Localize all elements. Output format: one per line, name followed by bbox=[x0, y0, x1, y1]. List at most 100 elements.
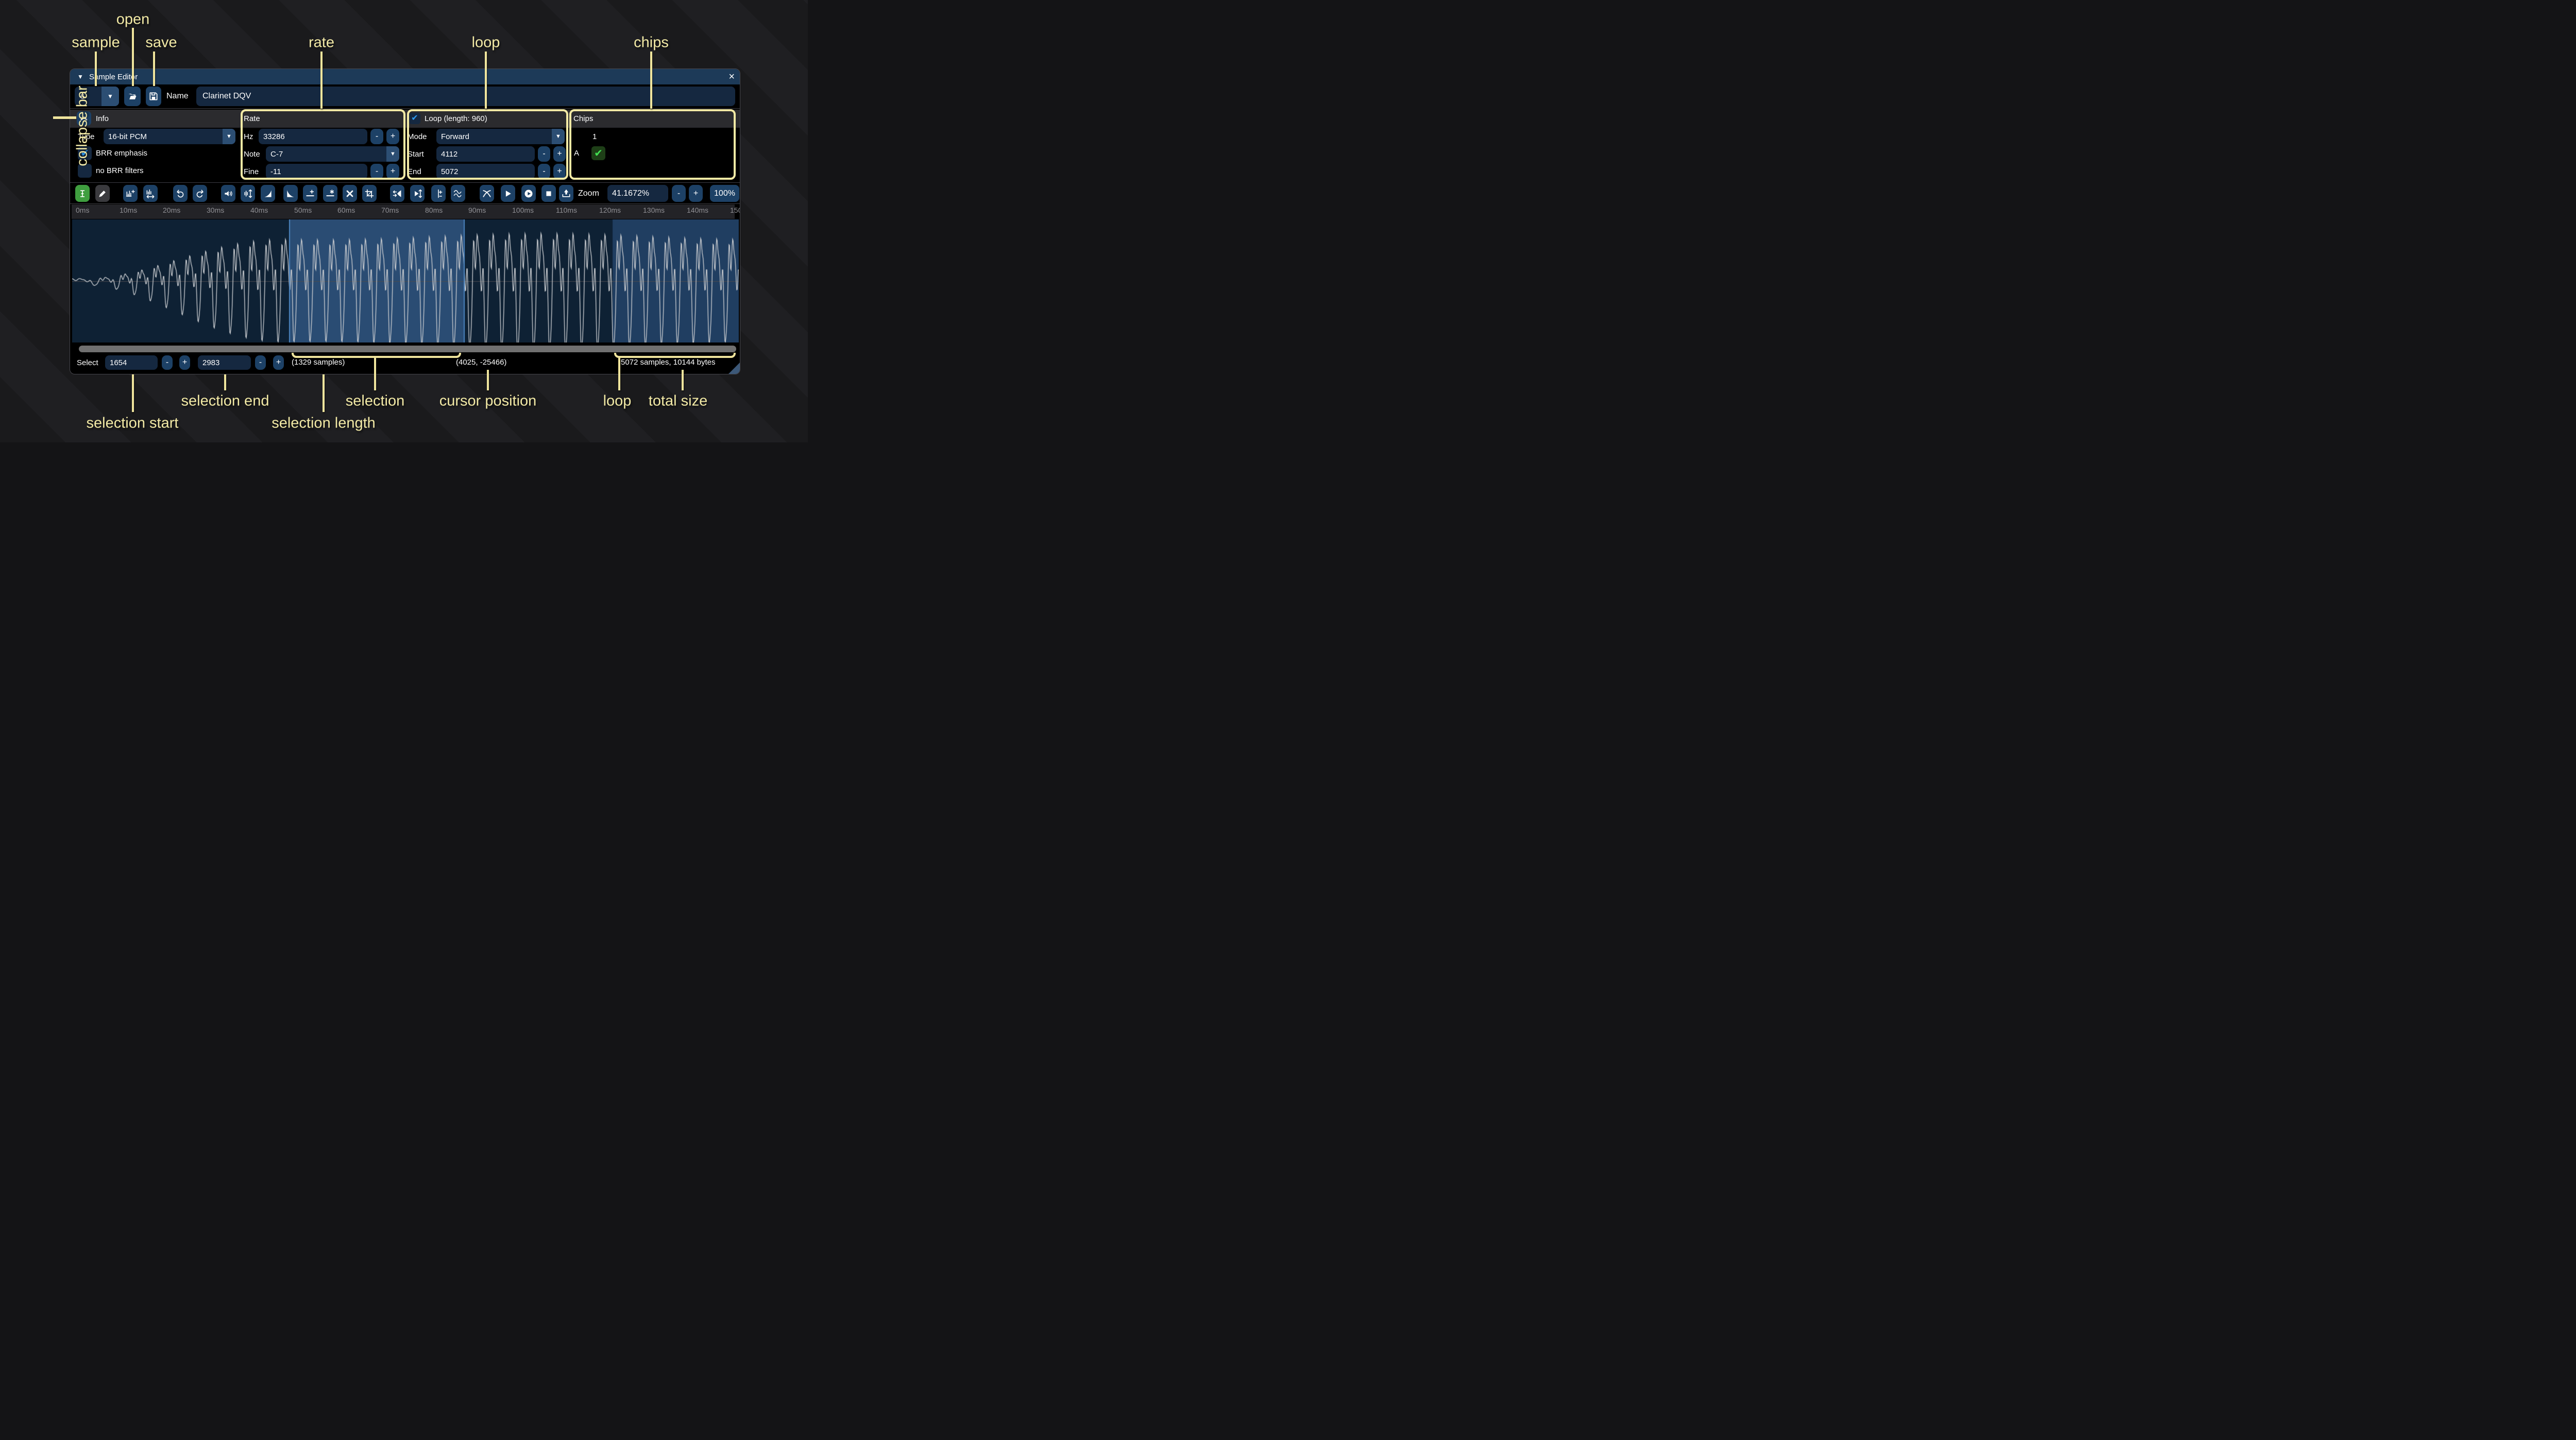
chevron-down-icon[interactable]: ▼ bbox=[386, 146, 399, 162]
fade-out-button[interactable] bbox=[283, 185, 298, 202]
check-icon: ✔ bbox=[411, 114, 418, 123]
name-input[interactable]: Clarinet DQV bbox=[196, 87, 735, 106]
annotation-sample-label: sample bbox=[72, 35, 120, 52]
ruler-tick-label: 100ms bbox=[512, 206, 534, 214]
ruler-tick-label: 80ms bbox=[425, 206, 443, 214]
selection-end-plus-button[interactable]: + bbox=[273, 355, 284, 370]
close-icon[interactable]: × bbox=[728, 71, 735, 83]
loop-start-minus-button[interactable]: - bbox=[538, 146, 550, 162]
loop-enable-checkbox[interactable]: ✔ bbox=[409, 113, 420, 124]
undo-button[interactable] bbox=[173, 185, 188, 202]
loop-end-input[interactable]: 5072 bbox=[436, 164, 535, 179]
chevron-down-icon[interactable]: ▼ bbox=[101, 87, 119, 106]
signedness-icon bbox=[433, 188, 444, 199]
chevron-down-icon[interactable]: ▼ bbox=[552, 129, 565, 144]
check-icon: ✔ bbox=[594, 148, 603, 159]
trim-button[interactable] bbox=[362, 185, 377, 202]
info-section-title: Info bbox=[96, 110, 109, 128]
hz-plus-button[interactable]: + bbox=[386, 129, 399, 144]
upload-icon bbox=[561, 188, 571, 199]
chips-column-header: 1 bbox=[592, 129, 597, 144]
annotation-brace-selection bbox=[292, 353, 461, 358]
redo-button[interactable] bbox=[193, 185, 207, 202]
open-button[interactable] bbox=[124, 87, 141, 106]
screenshot-stage: ▼ Sample Editor × 6 ▼ Name Clarinet DQV … bbox=[0, 0, 808, 442]
filter-button[interactable] bbox=[451, 185, 465, 202]
window-collapse-icon[interactable]: ▼ bbox=[77, 73, 83, 80]
fine-plus-button[interactable]: + bbox=[386, 164, 399, 179]
annotation-line-rate bbox=[320, 52, 323, 109]
pencil-icon bbox=[97, 188, 108, 199]
loop-mode-dropdown[interactable]: Forward ▼ bbox=[436, 129, 565, 144]
hz-input[interactable]: 33286 bbox=[259, 129, 367, 144]
stop-preview-button[interactable] bbox=[541, 185, 556, 202]
selection-start-plus-button[interactable]: + bbox=[179, 355, 190, 370]
ruler-tick-label: 130ms bbox=[643, 206, 665, 214]
zoom-in-button[interactable]: + bbox=[689, 185, 703, 202]
crop-icon bbox=[364, 188, 375, 199]
loop-start-input[interactable]: 4112 bbox=[436, 146, 535, 162]
annotation-line-loop-bottom bbox=[618, 358, 620, 390]
invert-button[interactable] bbox=[410, 185, 425, 202]
section-header-bar bbox=[70, 110, 740, 128]
zoom-label: Zoom bbox=[578, 185, 599, 202]
annotation-line-sample bbox=[95, 52, 97, 86]
ruler-tick-label: 150ms bbox=[730, 206, 740, 214]
waveform-display[interactable] bbox=[72, 219, 739, 342]
zoom-input[interactable]: 41.1672% bbox=[607, 185, 668, 202]
annotation-loop-bottom-label: loop bbox=[603, 393, 632, 410]
crossfade-button[interactable] bbox=[480, 185, 494, 202]
type-dropdown[interactable]: 16-bit PCM ▼ bbox=[104, 129, 235, 144]
note-dropdown[interactable]: C-7 ▼ bbox=[266, 146, 399, 162]
delete-x-icon bbox=[345, 188, 355, 199]
annotation-chips-label: chips bbox=[634, 35, 669, 52]
stop-icon bbox=[544, 188, 554, 199]
selection-start-minus-button[interactable]: - bbox=[162, 355, 173, 370]
zoom-out-button[interactable]: - bbox=[672, 185, 686, 202]
zoom-reset-button[interactable]: 100% bbox=[710, 185, 739, 202]
fine-input[interactable]: -11 bbox=[266, 164, 367, 179]
apply-silence-button[interactable] bbox=[323, 185, 337, 202]
resize-grip[interactable] bbox=[728, 363, 740, 374]
play-icon bbox=[503, 188, 513, 199]
amplify-button[interactable] bbox=[221, 185, 235, 202]
edit-mode-draw-button[interactable] bbox=[95, 185, 110, 202]
rate-section-title: Rate bbox=[244, 110, 260, 128]
fine-minus-button[interactable]: - bbox=[370, 164, 383, 179]
loop-end-minus-button[interactable]: - bbox=[538, 164, 550, 179]
annotation-selection-length-label: selection length bbox=[272, 415, 376, 432]
loop-end-plus-button[interactable]: + bbox=[553, 164, 566, 179]
reverse-button[interactable] bbox=[390, 185, 404, 202]
insert-silence-button[interactable] bbox=[303, 185, 317, 202]
resample-button[interactable] bbox=[143, 185, 158, 202]
reverse-icon bbox=[392, 188, 402, 199]
make-wavetable-button[interactable] bbox=[559, 185, 573, 202]
normalize-button[interactable] bbox=[241, 185, 255, 202]
delete-button[interactable] bbox=[343, 185, 357, 202]
preview-button[interactable] bbox=[501, 185, 515, 202]
play-circle-icon bbox=[523, 188, 534, 199]
signedness-button[interactable] bbox=[431, 185, 446, 202]
type-value: 16-bit PCM bbox=[108, 132, 147, 141]
divider bbox=[70, 182, 740, 183]
preview-loop-button[interactable] bbox=[521, 185, 536, 202]
edit-mode-select-button[interactable] bbox=[75, 185, 90, 202]
save-button[interactable] bbox=[146, 87, 161, 106]
ruler-tick-label: 60ms bbox=[337, 206, 355, 214]
annotation-line-collapse-bar bbox=[53, 116, 76, 119]
annotation-selection-label: selection bbox=[346, 393, 404, 410]
fade-in-button[interactable] bbox=[261, 185, 275, 202]
loop-start-plus-button[interactable]: + bbox=[553, 146, 566, 162]
chevron-down-icon[interactable]: ▼ bbox=[223, 129, 235, 144]
normalize-icon bbox=[243, 188, 253, 199]
selection-end-minus-button[interactable]: - bbox=[255, 355, 266, 370]
apply-silence-icon bbox=[325, 188, 335, 199]
horizontal-scrollbar[interactable] bbox=[79, 346, 736, 352]
resize-button[interactable] bbox=[123, 185, 138, 202]
hz-minus-button[interactable]: - bbox=[370, 129, 383, 144]
selection-end-input[interactable]: 2983 bbox=[198, 355, 251, 370]
chip-a-checkbox[interactable]: ✔ bbox=[591, 146, 605, 160]
undo-icon bbox=[175, 188, 185, 199]
window-titlebar[interactable]: ▼ Sample Editor × bbox=[70, 69, 740, 84]
selection-start-input[interactable]: 1654 bbox=[105, 355, 158, 370]
